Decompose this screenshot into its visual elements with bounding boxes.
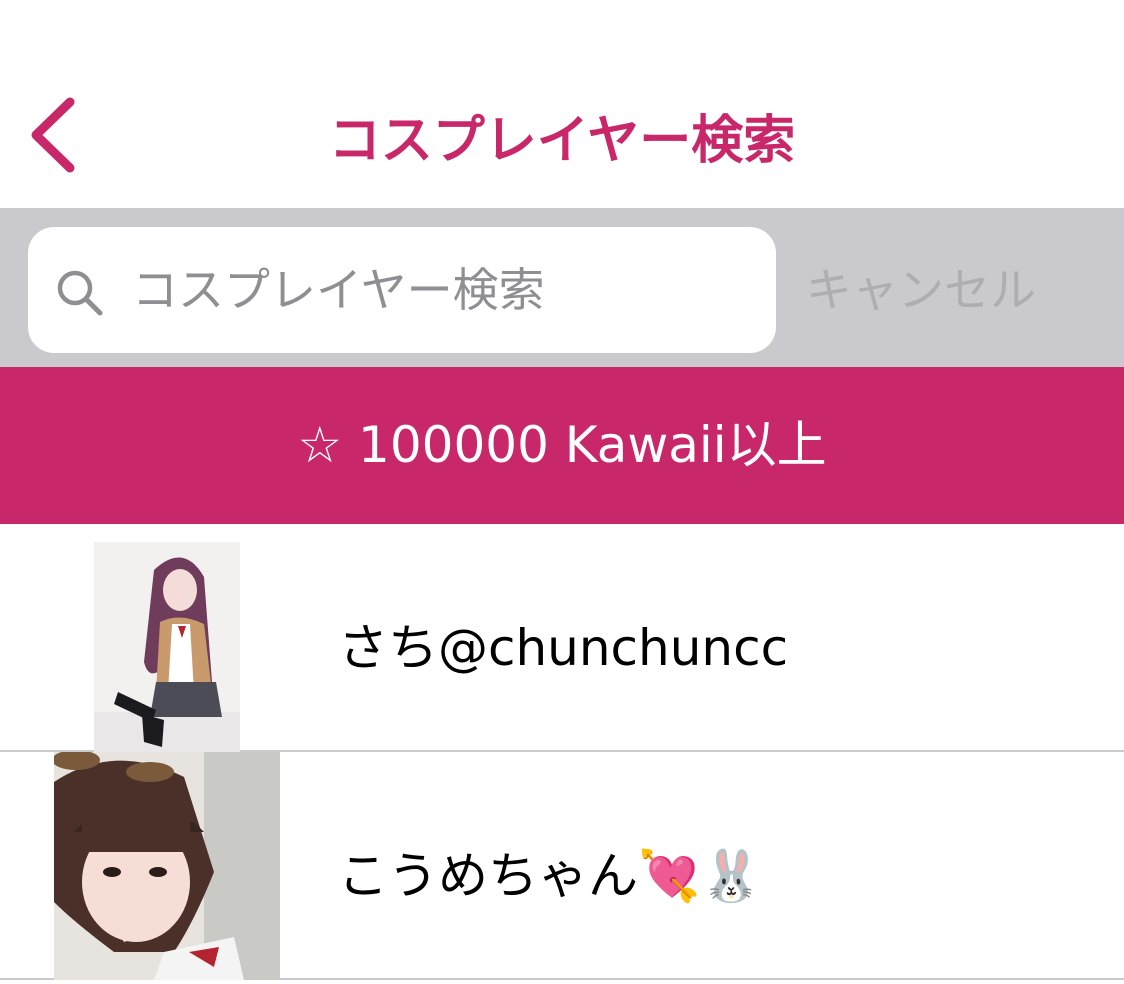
list-item[interactable]: さち@chunchuncc	[0, 524, 1124, 752]
cosplayer-name: さち@chunchuncc	[338, 619, 789, 677]
kawaii-filter-button[interactable]: ☆ 100000 Kawaii以上	[0, 367, 1124, 524]
cosplayer-name: こうめちゃん💘🐰	[338, 847, 763, 905]
navigation-bar: コスプレイヤー検索	[0, 0, 1124, 210]
page-title: コスプレイヤー検索	[328, 111, 796, 171]
avatar	[94, 542, 240, 752]
search-input[interactable]	[132, 249, 752, 331]
cancel-button[interactable]: キャンセル	[806, 254, 1106, 324]
search-icon	[57, 270, 103, 316]
search-bar: キャンセル	[0, 210, 1124, 367]
avatar	[54, 752, 280, 980]
list-item[interactable]: こうめちゃん💘🐰	[0, 752, 1124, 980]
search-field[interactable]	[28, 227, 776, 353]
